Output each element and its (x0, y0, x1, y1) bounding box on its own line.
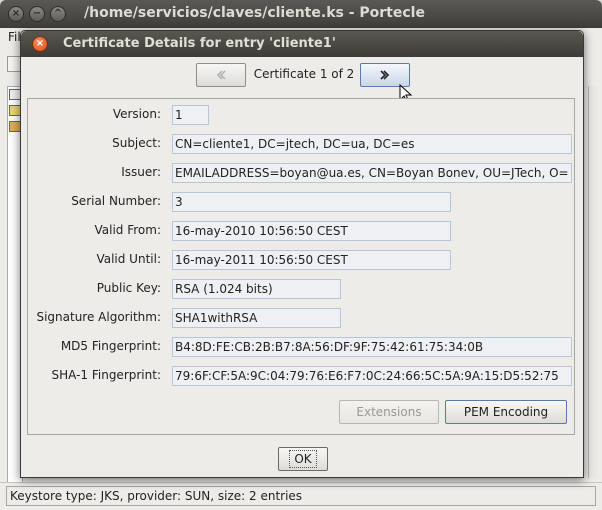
field-signature-algorithm: Signature Algorithm: SHA1withRSA (28, 308, 574, 328)
minimize-window-icon[interactable]: − (29, 6, 45, 22)
toolbar-button-icon[interactable] (7, 56, 21, 72)
field-label: Serial Number: (71, 194, 161, 208)
window-controls: × − ^ (8, 6, 66, 22)
field-version: Version: 1 (28, 105, 574, 125)
dialog-title: Certificate Details for entry 'cliente1' (63, 36, 336, 51)
signature-algorithm-value[interactable]: SHA1withRSA (172, 308, 341, 328)
field-serial-number: Serial Number: 3 (28, 192, 574, 212)
public-key-value[interactable]: RSA (1.024 bits) (172, 279, 341, 299)
field-md5-fingerprint: MD5 Fingerprint: B4:8D:FE:CB:2B:B7:8A:56… (28, 337, 574, 357)
field-label: MD5 Fingerprint: (60, 339, 161, 353)
field-sha1-fingerprint: SHA-1 Fingerprint: 79:6F:CF:5A:9C:04:79:… (28, 366, 574, 386)
certificate-navigation: Certificate 1 of 2 (196, 63, 412, 87)
field-label: Valid From: (94, 223, 161, 237)
field-valid-from: Valid From: 16-may-2010 10:56:50 CEST (28, 221, 574, 241)
valid-until-value[interactable]: 16-may-2011 10:56:50 CEST (172, 250, 451, 270)
dialog-titlebar: × Certificate Details for entry 'cliente… (21, 31, 583, 57)
extensions-button[interactable]: Extensions (339, 400, 439, 424)
certificate-fields-panel: Version: 1 Subject: CN=cliente1, DC=jtec… (27, 98, 575, 435)
field-issuer: Issuer: EMAILADDRESS=boyan@ua.es, CN=Boy… (28, 163, 574, 183)
ok-button[interactable]: OK (278, 447, 328, 471)
status-bar: Keystore type: JKS, provider: SUN, size:… (0, 482, 602, 510)
chevron-right-icon (380, 70, 390, 80)
close-icon[interactable]: × (32, 36, 48, 52)
field-label: Issuer: (121, 165, 161, 179)
main-window-titlebar: × − ^ /home/servicios/claves/cliente.ks … (0, 0, 602, 28)
menu-file[interactable]: Fil (8, 30, 21, 44)
certificate-counter: Certificate 1 of 2 (253, 67, 355, 81)
status-text: Keystore type: JKS, provider: SUN, size:… (6, 486, 596, 506)
valid-from-value[interactable]: 16-may-2010 10:56:50 CEST (172, 221, 451, 241)
close-window-icon[interactable]: × (8, 6, 24, 22)
chevron-left-icon (216, 70, 226, 80)
field-label: Signature Algorithm: (36, 310, 161, 324)
maximize-window-icon[interactable]: ^ (50, 6, 66, 22)
field-valid-until: Valid Until: 16-may-2011 10:56:50 CEST (28, 250, 574, 270)
previous-certificate-button[interactable] (196, 63, 246, 87)
pem-encoding-button[interactable]: PEM Encoding (445, 400, 567, 424)
field-label: Public Key: (96, 281, 161, 295)
issuer-value[interactable]: EMAILADDRESS=boyan@ua.es, CN=Boyan Bonev… (172, 163, 572, 183)
field-subject: Subject: CN=cliente1, DC=jtech, DC=ua, D… (28, 134, 574, 154)
ok-button-label: OK (289, 450, 317, 468)
sha1-fingerprint-value[interactable]: 79:6F:CF:5A:9C:04:79:76:E6:F7:0C:24:66:5… (172, 366, 572, 386)
main-window-title: /home/servicios/claves/cliente.ks - Port… (84, 5, 425, 21)
main-scrollbar[interactable] (588, 86, 598, 478)
field-public-key: Public Key: RSA (1.024 bits) (28, 279, 574, 299)
field-label: SHA-1 Fingerprint: (51, 368, 161, 382)
field-label: Subject: (112, 136, 161, 150)
version-value[interactable]: 1 (172, 105, 209, 125)
serial-number-value[interactable]: 3 (172, 192, 451, 212)
field-label: Valid Until: (96, 252, 161, 266)
field-label: Version: (112, 107, 161, 121)
certificate-details-dialog: × Certificate Details for entry 'cliente… (20, 30, 584, 478)
subject-value[interactable]: CN=cliente1, DC=jtech, DC=ua, DC=es (172, 134, 572, 154)
md5-fingerprint-value[interactable]: B4:8D:FE:CB:2B:B7:8A:56:DF:9F:75:42:61:7… (172, 337, 572, 357)
